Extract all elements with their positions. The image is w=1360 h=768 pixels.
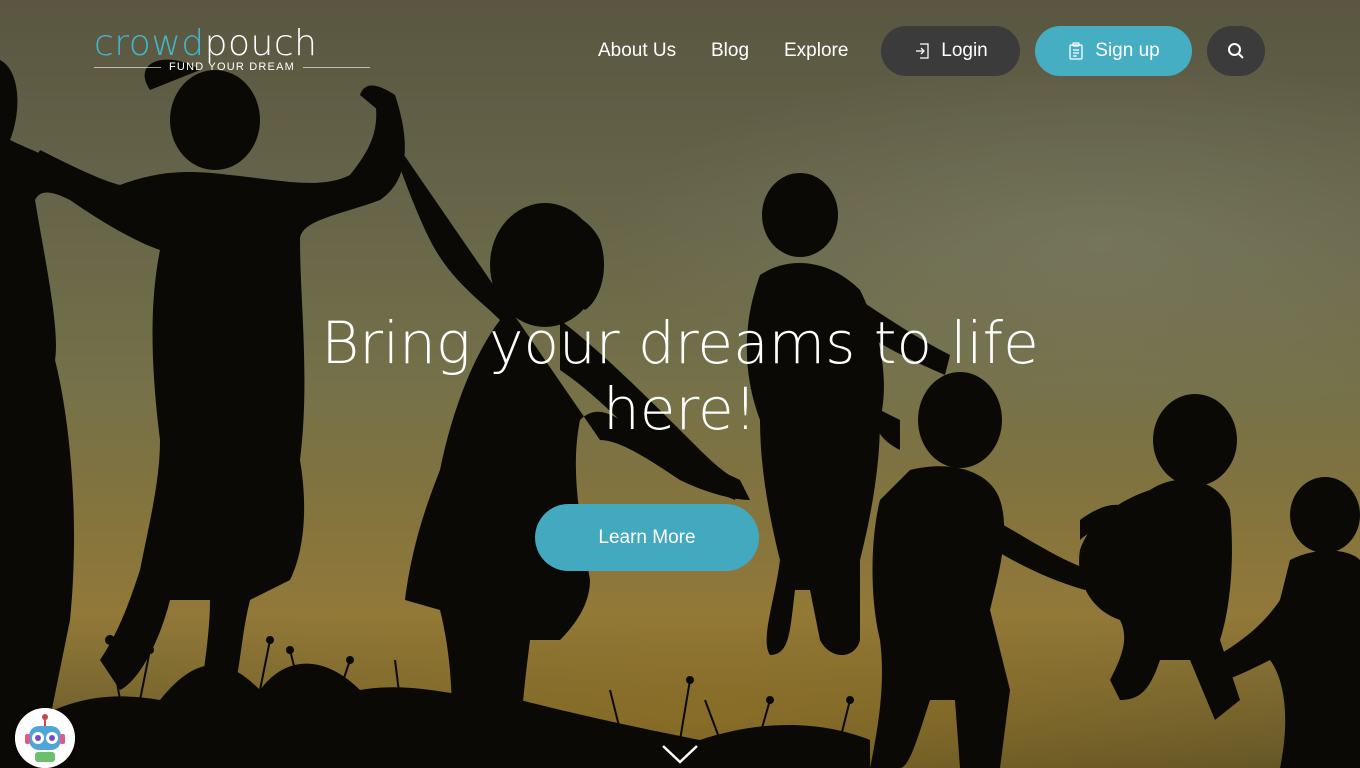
hero-section: crowdpouch FUND YOUR DREAM About Us Blog… — [0, 0, 1360, 768]
brand-logo[interactable]: crowdpouch FUND YOUR DREAM — [94, 26, 371, 74]
nav-link-blog[interactable]: Blog — [711, 39, 749, 63]
logo-tagline: FUND YOUR DREAM — [169, 61, 295, 73]
nav-link-about-us[interactable]: About Us — [598, 39, 676, 63]
logo-part-pouch: pouch — [204, 23, 318, 64]
learn-more-button[interactable]: Learn More — [535, 504, 759, 571]
login-label: Login — [941, 40, 988, 61]
search-button[interactable] — [1207, 26, 1265, 76]
hero-headline: Bring your dreams to life here! — [321, 309, 1039, 443]
clipboard-icon — [1067, 42, 1085, 60]
search-icon — [1227, 42, 1245, 60]
chat-widget-button[interactable] — [15, 708, 75, 768]
signup-button[interactable]: Sign up — [1035, 26, 1192, 76]
nav-link-explore[interactable]: Explore — [784, 39, 848, 63]
login-button[interactable]: Login — [881, 26, 1020, 76]
chevron-down-icon[interactable] — [660, 740, 700, 766]
tagline-divider-left — [94, 66, 162, 68]
logo-wordmark: crowdpouch — [94, 26, 317, 62]
signup-label: Sign up — [1095, 40, 1160, 61]
login-icon — [913, 42, 931, 60]
tagline-divider-right — [303, 66, 371, 68]
logo-part-crowd: crowd — [94, 23, 205, 64]
logo-tagline-row: FUND YOUR DREAM — [94, 60, 371, 74]
robot-chat-icon — [15, 708, 75, 768]
